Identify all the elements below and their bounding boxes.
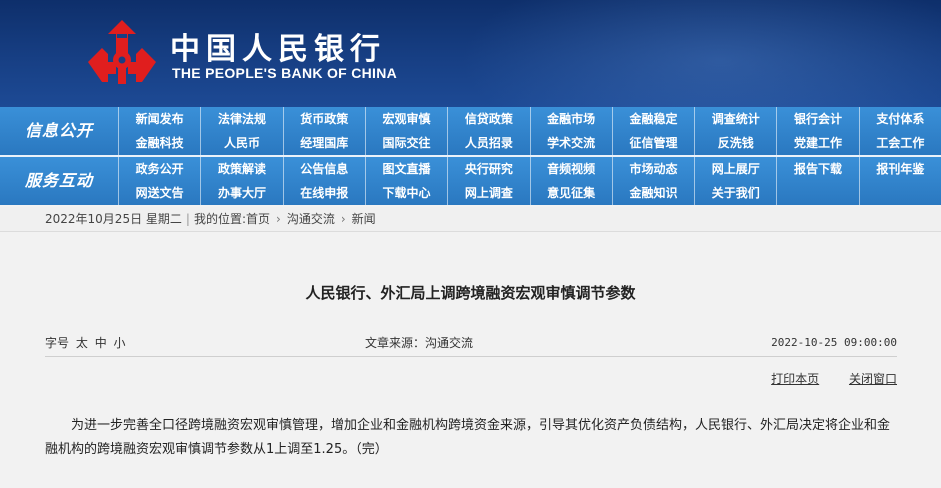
nav-service-item-3[interactable]: 图文直播 bbox=[364, 157, 447, 181]
nav-service-item-9[interactable]: 报刊年鉴 bbox=[858, 157, 941, 181]
breadcrumb: 2022年10月25日 星期二 | 我的位置:首页 › 沟通交流 › 新闻 bbox=[0, 207, 941, 232]
article-meta: 字号 太 中 小 文章来源：沟通交流 2022-10-25 09:00:00 bbox=[45, 332, 897, 354]
nav-service-item-6[interactable]: 市场动态 bbox=[611, 157, 694, 181]
breadcrumb-section-link[interactable]: 沟通交流 bbox=[287, 212, 335, 226]
nav-info-item-14[interactable]: 人员招录 bbox=[447, 131, 529, 155]
nav-band-info: 信息公开 新闻发布 法律法规 货币政策 宏观审慎 信贷政策 金融市场 金融稳定 调查统计 银行会… bbox=[0, 107, 941, 155]
nav-band-service: 服务互动 政务公开 政策解读 公告信息 图文直播 央行研究 音频视频 市场动态 网上展厅 报告下… bbox=[0, 157, 941, 205]
nav-service-item-13[interactable]: 下载中心 bbox=[364, 181, 447, 205]
article-title: 人民银行、外汇局上调跨境融资宏观审慎调节参数 bbox=[305, 284, 636, 302]
nav-service-item-0[interactable]: 政务公开 bbox=[118, 157, 200, 181]
nav-service-item-7[interactable]: 网上展厅 bbox=[694, 157, 776, 181]
nav-service-item-2[interactable]: 公告信息 bbox=[282, 157, 365, 181]
nav-service-item-11[interactable]: 办事大厅 bbox=[200, 181, 282, 205]
current-date: 2022年10月25日 星期二 bbox=[45, 212, 182, 226]
chevron-right-icon: › bbox=[276, 212, 281, 226]
nav-service-item-12[interactable]: 在线申报 bbox=[282, 181, 365, 205]
nav-info-item-5[interactable]: 金融市场 bbox=[529, 107, 612, 131]
nav-service-item-19 bbox=[858, 181, 941, 205]
nav-info-item-16[interactable]: 征信管理 bbox=[611, 131, 694, 155]
breadcrumb-current[interactable]: 新闻 bbox=[352, 212, 376, 226]
article-body: 为进一步完善全口径跨境融资宏观审慎管理，增加企业和金融机构跨境资金来源，引导其优… bbox=[45, 418, 891, 457]
nav-info-item-2[interactable]: 货币政策 bbox=[282, 107, 365, 131]
nav-service-item-16[interactable]: 金融知识 bbox=[611, 181, 694, 205]
nav-info-item-8[interactable]: 银行会计 bbox=[776, 107, 858, 131]
close-window-link[interactable]: 关闭窗口 bbox=[849, 372, 897, 386]
chevron-right-icon: › bbox=[340, 212, 346, 226]
header-glow bbox=[460, 0, 941, 107]
nav-info-item-9[interactable]: 支付体系 bbox=[858, 107, 941, 131]
nav-band-label-info[interactable]: 信息公开 bbox=[0, 107, 118, 155]
article-source: 文章来源：沟通交流 bbox=[365, 336, 474, 350]
nav-info-item-3[interactable]: 宏观审慎 bbox=[364, 107, 447, 131]
nav-info-item-6[interactable]: 金融稳定 bbox=[611, 107, 694, 131]
font-size-large[interactable]: 太 bbox=[76, 336, 88, 350]
nav-service-item-4[interactable]: 央行研究 bbox=[447, 157, 529, 181]
nav-service-item-18 bbox=[776, 181, 858, 205]
nav-grid-info: 新闻发布 法律法规 货币政策 宏观审慎 信贷政策 金融市场 金融稳定 调查统计 银行会计 支付体系… bbox=[118, 107, 941, 155]
divider bbox=[45, 356, 897, 357]
site-header: 中国人民银行 THE PEOPLE'S BANK OF CHINA bbox=[0, 0, 941, 107]
bank-name-cn: 中国人民银行 bbox=[170, 32, 386, 67]
nav-service-item-17[interactable]: 关于我们 bbox=[694, 181, 776, 205]
nav-info-item-15[interactable]: 学术交流 bbox=[529, 131, 612, 155]
nav-info-item-11[interactable]: 人民币 bbox=[200, 131, 282, 155]
font-size-small[interactable]: 小 bbox=[114, 336, 126, 350]
font-size-medium[interactable]: 中 bbox=[95, 336, 107, 350]
nav-service-item-5[interactable]: 音频视频 bbox=[529, 157, 612, 181]
nav-service-item-1[interactable]: 政策解读 bbox=[200, 157, 282, 181]
nav-info-item-1[interactable]: 法律法规 bbox=[200, 107, 282, 131]
separator: | bbox=[185, 212, 190, 226]
location-label: 我的位置: bbox=[193, 212, 246, 226]
nav-info-item-18[interactable]: 党建工作 bbox=[776, 131, 858, 155]
main-nav: 信息公开 新闻发布 法律法规 货币政策 宏观审慎 信贷政策 金融市场 金融稳定 调查统计 银行会… bbox=[0, 107, 941, 205]
article-datetime: 2022-10-25 09:00:00 bbox=[771, 336, 897, 349]
nav-grid-service: 政务公开 政策解读 公告信息 图文直播 央行研究 音频视频 市场动态 网上展厅 报告下载 报刊年鉴… bbox=[118, 157, 941, 205]
nav-info-item-4[interactable]: 信贷政策 bbox=[447, 107, 529, 131]
bank-name-en: THE PEOPLE'S BANK OF CHINA bbox=[172, 65, 398, 81]
nav-info-item-7[interactable]: 调查统计 bbox=[694, 107, 776, 131]
nav-info-item-13[interactable]: 国际交往 bbox=[364, 131, 447, 155]
nav-info-item-12[interactable]: 经理国库 bbox=[282, 131, 365, 155]
article-actions: 打印本页 关闭窗口 bbox=[745, 370, 897, 387]
nav-service-item-8[interactable]: 报告下载 bbox=[776, 157, 858, 181]
print-page-link[interactable]: 打印本页 bbox=[771, 372, 819, 386]
nav-info-item-17[interactable]: 反洗钱 bbox=[694, 131, 776, 155]
nav-info-item-19[interactable]: 工会工作 bbox=[858, 131, 941, 155]
nav-band-label-service[interactable]: 服务互动 bbox=[0, 157, 118, 205]
font-size-label: 字号 bbox=[45, 336, 70, 350]
nav-service-item-15[interactable]: 意见征集 bbox=[529, 181, 612, 205]
breadcrumb-home-link[interactable]: 首页 bbox=[246, 212, 270, 226]
nav-info-item-0[interactable]: 新闻发布 bbox=[118, 107, 200, 131]
nav-info-item-10[interactable]: 金融科技 bbox=[118, 131, 200, 155]
pboc-emblem-icon[interactable] bbox=[86, 18, 158, 88]
nav-service-item-10[interactable]: 网送文告 bbox=[118, 181, 200, 205]
nav-service-item-14[interactable]: 网上调查 bbox=[447, 181, 529, 205]
article-container: 人民银行、外汇局上调跨境融资宏观审慎调节参数 字号 太 中 小 文章来源：沟通交… bbox=[0, 246, 941, 488]
font-size-controls: 字号 太 中 小 bbox=[45, 332, 126, 354]
